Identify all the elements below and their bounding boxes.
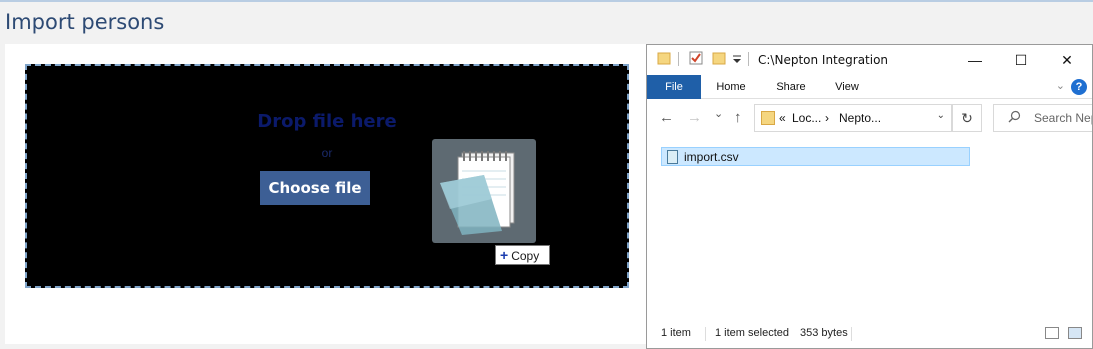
item-count: 1 item: [661, 327, 691, 339]
address-bar[interactable]: « Loc... › Nepto... ⌄: [754, 104, 952, 132]
plus-icon: +: [500, 247, 509, 263]
file-explorer-window[interactable]: C:\Nepton Integration — ☐ ✕ File Home Sh…: [646, 44, 1093, 349]
folder-icon: [657, 52, 671, 65]
breadcrumb-nepton[interactable]: Nepto...: [839, 111, 881, 125]
search-icon: [1008, 110, 1021, 123]
toolbar-divider: [678, 52, 679, 66]
forward-arrow-icon[interactable]: →: [687, 109, 702, 126]
or-label: or: [321, 146, 333, 160]
status-bar: 1 item 1 item selected 353 bytes: [647, 323, 1092, 345]
file-item[interactable]: import.csv: [661, 147, 970, 166]
tab-share[interactable]: Share: [767, 75, 815, 99]
page-title: Import persons: [5, 10, 165, 34]
choose-file-button[interactable]: Choose file: [260, 171, 370, 205]
csv-file-icon: [667, 150, 678, 164]
address-overflow[interactable]: «: [779, 111, 786, 125]
refresh-button[interactable]: ↻: [952, 104, 982, 132]
new-folder-icon[interactable]: [712, 51, 726, 65]
address-row: ← → ⌄ ↑ « Loc... › Nepto... ⌄ ↻ Search N…: [647, 101, 1092, 135]
top-border: [0, 0, 1093, 2]
file-name: import.csv: [684, 150, 739, 164]
status-divider: [851, 327, 852, 341]
minimize-button[interactable]: —: [952, 45, 998, 75]
copy-label: Copy: [511, 249, 540, 263]
maximize-button[interactable]: ☐: [998, 45, 1044, 75]
folder-icon: [761, 111, 775, 125]
selection-size: 353 bytes: [800, 327, 848, 339]
help-icon[interactable]: ?: [1071, 79, 1087, 95]
properties-icon[interactable]: [689, 51, 703, 65]
address-dropdown-icon[interactable]: ⌄: [937, 110, 945, 121]
breadcrumb-local[interactable]: Loc...: [792, 111, 821, 125]
recent-locations-icon[interactable]: ⌄: [714, 107, 723, 120]
large-icons-view-icon[interactable]: [1068, 327, 1082, 339]
tab-view[interactable]: View: [825, 75, 869, 99]
tab-home[interactable]: Home: [709, 75, 753, 99]
close-button[interactable]: ✕: [1044, 45, 1090, 75]
search-input[interactable]: Search Nep: [993, 104, 1093, 132]
expand-ribbon-icon[interactable]: ⌄: [1056, 79, 1065, 92]
copy-drag-tooltip: + Copy: [495, 245, 550, 265]
notepad-drag-icon: [432, 139, 536, 243]
status-divider: [705, 327, 706, 341]
tab-file[interactable]: File: [647, 75, 701, 99]
drop-file-label: Drop file here: [257, 111, 397, 132]
explorer-titlebar[interactable]: C:\Nepton Integration — ☐ ✕: [647, 45, 1092, 75]
search-placeholder: Search Nep: [1034, 111, 1093, 125]
breadcrumb-separator-icon: ›: [825, 111, 829, 125]
window-title: C:\Nepton Integration: [758, 53, 889, 67]
selection-count: 1 item selected: [715, 327, 789, 339]
customize-toolbar-icon[interactable]: [732, 55, 742, 65]
back-arrow-icon[interactable]: ←: [659, 109, 674, 126]
ribbon: File Home Share View ⌄ ?: [647, 75, 1092, 99]
up-arrow-icon[interactable]: ↑: [734, 109, 742, 126]
title-divider: [748, 52, 749, 66]
details-view-icon[interactable]: [1045, 327, 1059, 339]
